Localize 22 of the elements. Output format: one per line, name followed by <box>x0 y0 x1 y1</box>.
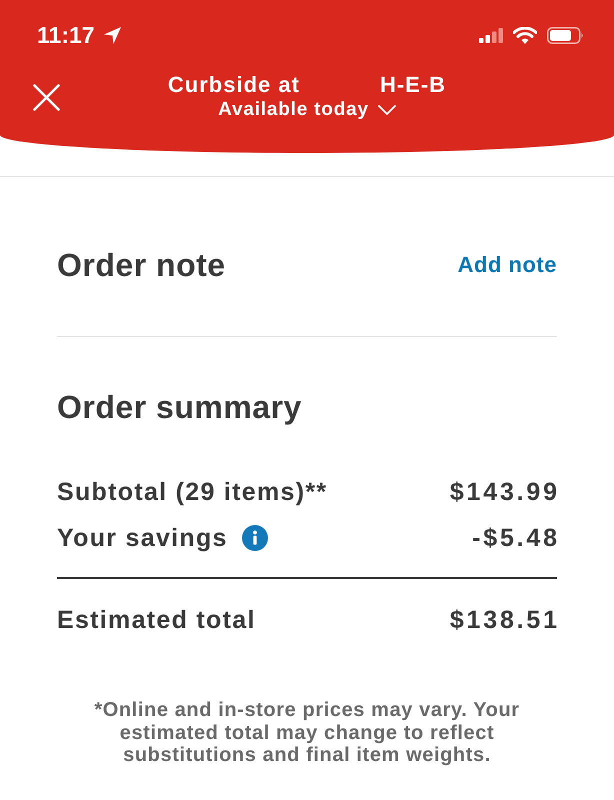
header-title: H-E-B <box>380 73 446 97</box>
summary-amount: -$5.48 <box>472 523 560 553</box>
header-title: Curbside at <box>168 73 300 97</box>
section-title: Order note <box>57 247 226 283</box>
add-note-link[interactable]: Add note <box>458 251 557 279</box>
total-label: Estimated total <box>57 605 256 635</box>
close-icon <box>33 84 60 111</box>
total-amount: $138.51 <box>450 605 560 635</box>
summary-label: Subtotal (29 items)** <box>57 477 328 507</box>
section-title: Order summary <box>57 389 302 425</box>
signal-icon <box>479 28 503 42</box>
summary-amount: $143.99 <box>450 477 560 507</box>
battery-icon <box>547 26 584 44</box>
wifi-icon <box>513 26 537 44</box>
chevron-down-icon <box>378 105 396 115</box>
summary-label: Your savings <box>57 523 228 553</box>
location-arrow-icon <box>102 26 122 44</box>
close-button[interactable] <box>33 84 60 111</box>
disclaimer-text: *Online and in-store prices may vary. Your estimated total may change to reflect substitutions and final item weights. <box>93 699 521 766</box>
status-time: 11:17 <box>37 21 95 50</box>
info-icon[interactable] <box>242 525 268 551</box>
availability-dropdown[interactable]: Available today <box>218 98 396 122</box>
